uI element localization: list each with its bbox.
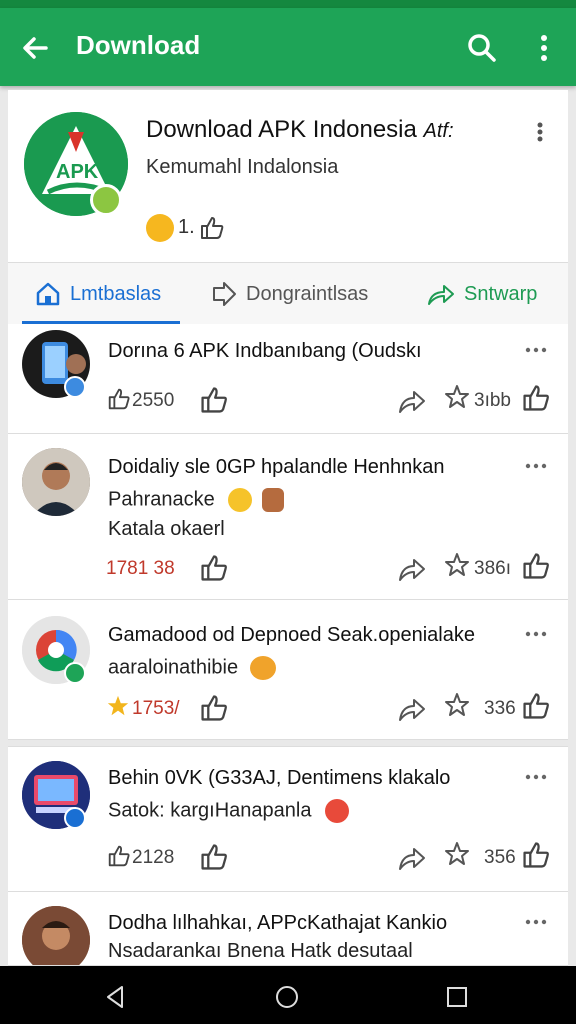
party-emoji-icon xyxy=(249,656,276,680)
avatar xyxy=(22,906,90,965)
like-button-icon[interactable] xyxy=(198,841,230,873)
star-icon[interactable] xyxy=(444,384,470,410)
tab-share[interactable]: Sntwarp xyxy=(426,263,537,325)
tab-home-label: Lmtbaslas xyxy=(70,282,162,305)
like-button-icon[interactable] xyxy=(198,552,230,584)
share-arrow-icon xyxy=(213,282,236,306)
app-name: Download APK Indonesia Atf: xyxy=(146,116,454,143)
thumbs-up-icon[interactable] xyxy=(106,386,132,412)
list-item: Doidaliy sle 0GP hpalandle Henhnkan Pahr… xyxy=(8,434,568,600)
thumbs-up-outline-icon[interactable] xyxy=(520,839,552,871)
share-icon[interactable] xyxy=(396,554,428,586)
page-title: Download xyxy=(76,30,201,60)
star-count: 3ıbb xyxy=(474,390,511,411)
like-count: 2550 xyxy=(132,390,175,411)
smile-emoji-icon xyxy=(228,488,253,512)
post-more-icon[interactable] xyxy=(524,767,548,787)
nav-back-icon[interactable] xyxy=(102,984,128,1010)
star-count: 336 xyxy=(484,698,516,719)
home-icon xyxy=(36,282,60,306)
post-more-icon[interactable] xyxy=(524,340,548,360)
list-item: Behin 0VK (G33AJ, Dentimens klakalo Sato… xyxy=(8,746,568,892)
gold-star-icon xyxy=(107,695,129,716)
avatar xyxy=(22,448,90,516)
app-bar: Download xyxy=(0,8,576,86)
like-button-icon[interactable] xyxy=(198,692,230,724)
post-line: Nsadarankaı Bnena Hatk desutaal xyxy=(108,940,413,962)
nav-home-icon[interactable] xyxy=(274,984,300,1010)
avatar-badge-icon xyxy=(64,662,86,684)
thumbs-up-outline-icon[interactable] xyxy=(520,550,552,582)
thumbs-up-icon[interactable] xyxy=(198,214,226,242)
post-line: aaraloinathibie xyxy=(108,656,276,680)
verified-badge-icon xyxy=(90,184,122,216)
reaction-count: 1. xyxy=(178,216,195,238)
bag-emoji-icon xyxy=(261,488,284,512)
star-count: 356 xyxy=(484,847,516,868)
post-title: Dorına 6 APK Indbanıbang (Oudskı xyxy=(108,340,422,362)
tab-share-label: Sntwarp xyxy=(464,282,538,305)
thumbs-up-outline-icon[interactable] xyxy=(520,690,552,722)
star-icon[interactable] xyxy=(444,841,470,867)
tab-home[interactable]: Lmtbaslas xyxy=(34,263,161,325)
tab-downloads-label: Dongraintlsas xyxy=(246,282,369,305)
tab-bar: Lmtbaslas Dongraintlsas Sntwarp xyxy=(8,262,568,325)
app-header-card: APK Download APK Indonesia Atf: Kemumahl… xyxy=(8,90,568,262)
list-item: Dodha lılhahkaı, APPcKathajat Kankio Nsa… xyxy=(8,892,568,966)
star-count: 386ı xyxy=(474,558,511,579)
post-line: Katala okaerl xyxy=(108,518,225,540)
post-line: Pahranacke xyxy=(108,488,284,512)
nav-recents-icon[interactable] xyxy=(444,984,470,1010)
share-icon[interactable] xyxy=(396,386,428,418)
tab-downloads[interactable]: Dongraintlsas xyxy=(210,263,368,325)
post-actions: 1753/ 336 xyxy=(8,688,568,728)
post-line: Satok: kargıHanapanla xyxy=(108,799,350,823)
post-actions: 2128 356 xyxy=(8,837,568,877)
post-actions: 1781 38 386ı xyxy=(8,548,568,588)
like-count: 1753/ xyxy=(132,698,180,719)
like-count: 2128 xyxy=(132,847,175,868)
thumbs-up-icon[interactable] xyxy=(106,843,132,869)
like-count: 1781 38 xyxy=(106,558,175,579)
app-subtitle: Kemumahl Indalonsia xyxy=(146,156,339,178)
star-icon[interactable] xyxy=(444,692,470,718)
list-item: Dorına 6 APK Indbanıbang (Oudskı 2550 3ı… xyxy=(8,324,568,434)
avatar-badge-icon xyxy=(64,807,86,829)
post-title: Gamadood od Depnoed Seak.openialake xyxy=(108,624,475,646)
system-nav-bar xyxy=(0,966,576,1024)
status-bar xyxy=(0,0,576,8)
like-button-icon[interactable] xyxy=(198,384,230,416)
heart-face-emoji-icon xyxy=(325,799,350,823)
post-more-icon[interactable] xyxy=(524,456,548,476)
share-icon[interactable] xyxy=(396,843,428,875)
thumbs-up-outline-icon[interactable] xyxy=(520,382,552,414)
search-icon[interactable] xyxy=(462,28,502,68)
emoji-reaction-icon xyxy=(146,214,174,242)
svg-text:APK: APK xyxy=(56,161,99,183)
list-item: Gamadood od Depnoed Seak.openialake aara… xyxy=(8,600,568,740)
post-title: Doidaliy sle 0GP hpalandle Henhnkan xyxy=(108,456,445,478)
post-actions: 2550 3ıbb xyxy=(8,380,568,420)
star-icon[interactable] xyxy=(444,552,470,578)
header-more-icon[interactable] xyxy=(528,120,552,144)
post-title: Dodha lılhahkaı, APPcKathajat Kankio xyxy=(108,912,448,934)
back-arrow-icon[interactable] xyxy=(16,28,56,68)
share-icon[interactable] xyxy=(396,694,428,726)
post-more-icon[interactable] xyxy=(524,624,548,644)
post-title: Behin 0VK (G33AJ, Dentimens klakalo xyxy=(108,767,451,789)
overflow-menu-icon[interactable] xyxy=(526,28,562,68)
post-more-icon[interactable] xyxy=(524,912,548,932)
forward-arrow-icon xyxy=(428,285,454,305)
